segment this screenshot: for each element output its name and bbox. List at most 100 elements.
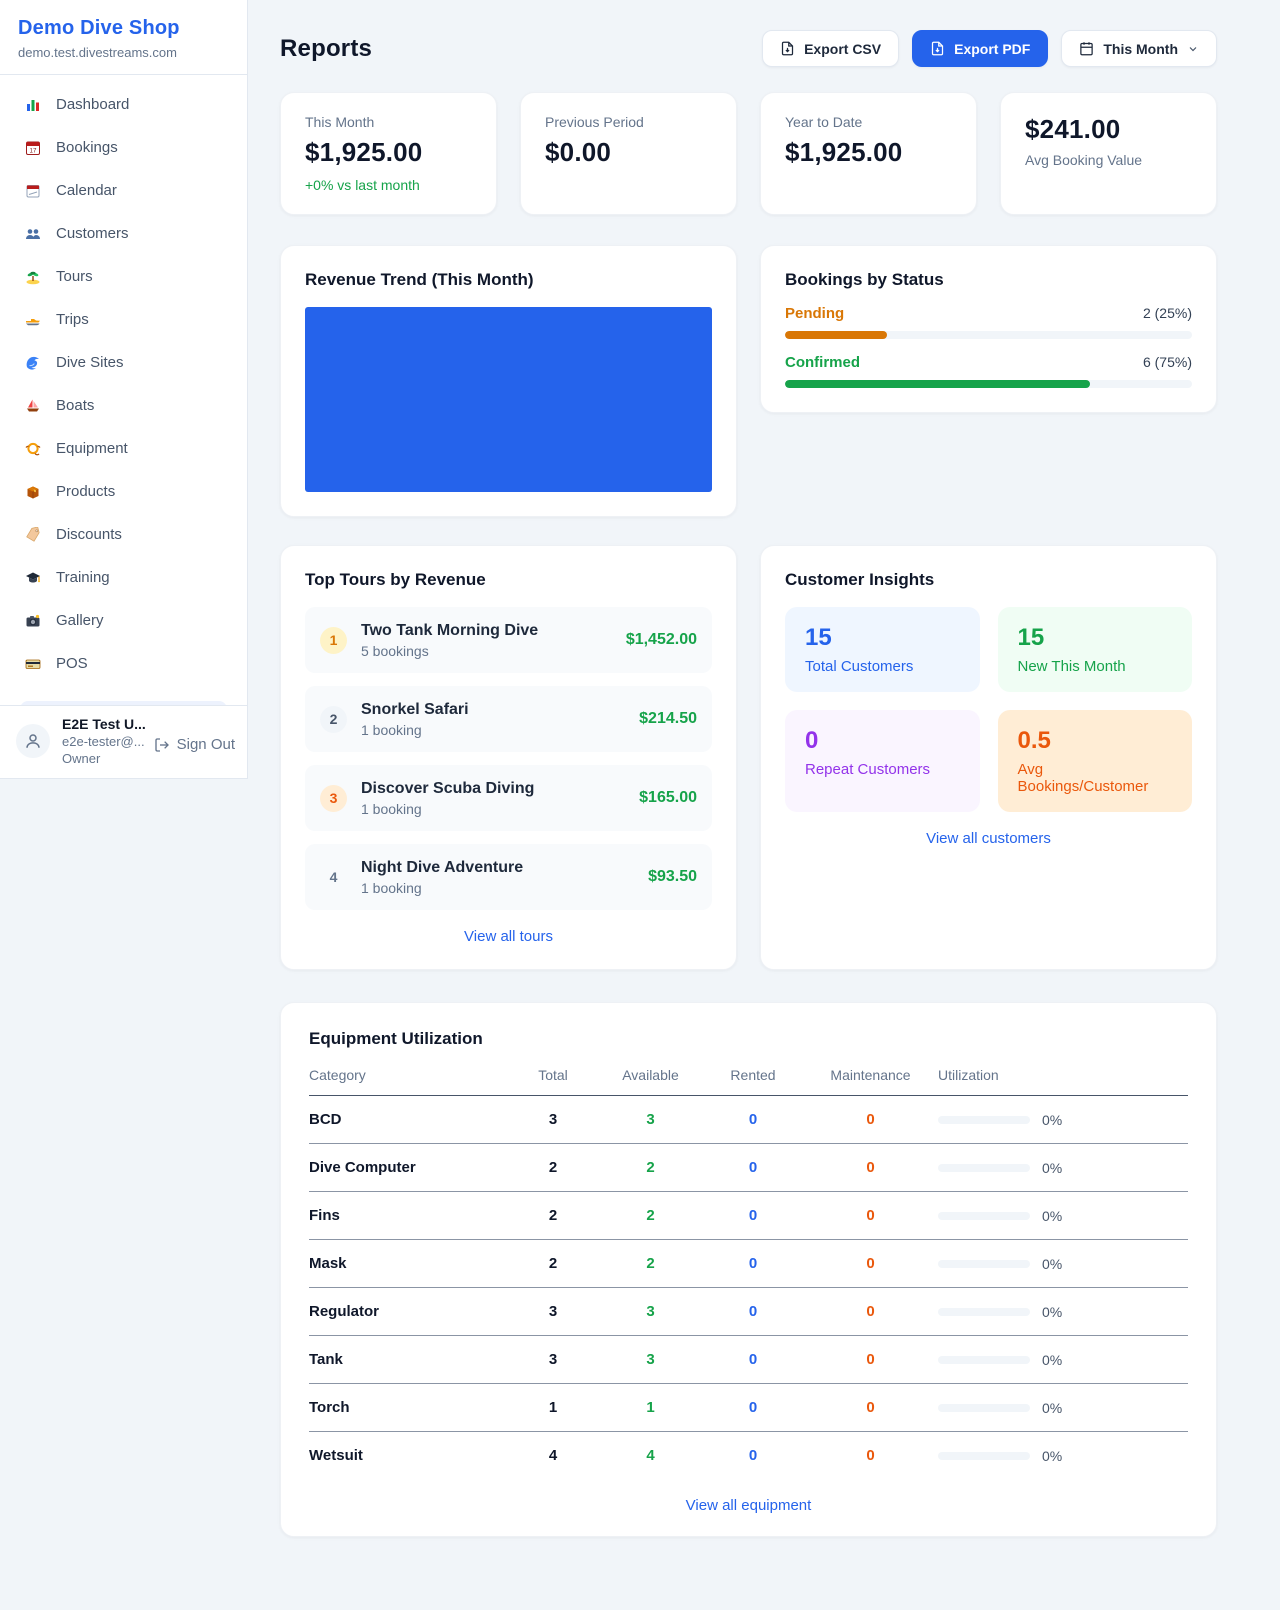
utilization-bar bbox=[938, 1356, 1030, 1364]
top-tours-panel: Top Tours by Revenue 1 Two Tank Morning … bbox=[280, 545, 737, 970]
rank-badge: 2 bbox=[320, 706, 347, 733]
utilization-bar bbox=[938, 1404, 1030, 1412]
utilization-bar bbox=[938, 1452, 1030, 1460]
sidebar-item-dashboard[interactable]: Dashboard bbox=[10, 83, 237, 126]
sign-out-button[interactable]: Sign Out bbox=[154, 736, 235, 753]
camera-icon bbox=[24, 612, 42, 629]
stat-card-this-month: This Month $1,925.00 +0% vs last month bbox=[280, 92, 497, 215]
tour-list-item[interactable]: 4 Night Dive Adventure 1 booking $93.50 bbox=[305, 844, 712, 910]
sidebar-item-bookings[interactable]: 17 Bookings bbox=[10, 126, 237, 169]
header-actions: Export CSV Export PDF This Month bbox=[762, 30, 1217, 67]
package-icon bbox=[24, 483, 42, 500]
sidebar-item-trips[interactable]: Trips bbox=[10, 298, 237, 341]
rank-badge: 1 bbox=[320, 627, 347, 654]
stat-card-previous-period: Previous Period $0.00 bbox=[520, 92, 737, 215]
file-download-icon bbox=[780, 41, 795, 56]
user-info: E2E Test U... e2e-tester@... Owner bbox=[62, 716, 146, 766]
sign-out-icon bbox=[154, 737, 170, 753]
export-csv-button[interactable]: Export CSV bbox=[762, 30, 899, 67]
page-title: Reports bbox=[280, 35, 372, 63]
equipment-row-wetsuit: Wetsuit 4 4 0 0 0% bbox=[309, 1432, 1188, 1479]
tag-icon bbox=[24, 526, 42, 543]
dive-mask-icon bbox=[24, 440, 42, 457]
user-role: Owner bbox=[62, 751, 146, 766]
equipment-row-tank: Tank 3 3 0 0 0% bbox=[309, 1336, 1188, 1384]
sidebar: Demo Dive Shop demo.test.divestreams.com… bbox=[0, 0, 248, 779]
utilization-bar bbox=[938, 1212, 1030, 1220]
sidebar-item-training[interactable]: Training bbox=[10, 556, 237, 599]
chevron-down-icon bbox=[1187, 43, 1199, 55]
sidebar-item-equipment[interactable]: Equipment bbox=[10, 427, 237, 470]
equipment-table-header: Category Total Available Rented Maintena… bbox=[309, 1067, 1188, 1096]
equipment-row-mask: Mask 2 2 0 0 0% bbox=[309, 1240, 1188, 1288]
sidebar-item-dive-sites[interactable]: Dive Sites bbox=[10, 341, 237, 384]
sidebar-item-tours[interactable]: Tours bbox=[10, 255, 237, 298]
progress-fill-confirmed bbox=[785, 380, 1090, 388]
rank-badge: 4 bbox=[320, 864, 347, 891]
equipment-row-bcd: BCD 3 3 0 0 0% bbox=[309, 1096, 1188, 1144]
sidebar-item-customers[interactable]: Customers bbox=[10, 212, 237, 255]
utilization-bar bbox=[938, 1164, 1030, 1172]
main-content: Reports Export CSV Export PDF This Month… bbox=[280, 0, 1217, 1537]
tour-list-item[interactable]: 2 Snorkel Safari 1 booking $214.50 bbox=[305, 686, 712, 752]
sidebar-user-footer: E2E Test U... e2e-tester@... Owner Sign … bbox=[0, 705, 247, 778]
customer-insights-panel: Customer Insights 15 Total Customers 15 … bbox=[760, 545, 1217, 970]
revenue-trend-panel: Revenue Trend (This Month) bbox=[280, 245, 737, 517]
stat-card-avg-booking-value: Avg Booking Value $241.00 bbox=[1000, 92, 1217, 215]
export-pdf-button[interactable]: Export PDF bbox=[912, 30, 1048, 67]
equipment-row-fins: Fins 2 2 0 0 0% bbox=[309, 1192, 1188, 1240]
utilization-bar bbox=[938, 1116, 1030, 1124]
sidebar-item-discounts[interactable]: Discounts bbox=[10, 513, 237, 556]
stat-card-year-to-date: Year to Date $1,925.00 bbox=[760, 92, 977, 215]
tear-off-calendar-icon bbox=[24, 182, 42, 199]
equipment-row-dive-computer: Dive Computer 2 2 0 0 0% bbox=[309, 1144, 1188, 1192]
wave-icon bbox=[24, 354, 42, 371]
bookings-by-status-panel: Bookings by Status Pending 2 (25%) Confi… bbox=[760, 245, 1217, 413]
sidebar-item-gallery[interactable]: Gallery bbox=[10, 599, 237, 642]
sidebar-header: Demo Dive Shop demo.test.divestreams.com bbox=[0, 0, 247, 75]
sidebar-item-pos[interactable]: POS bbox=[10, 642, 237, 685]
bar-chart-icon bbox=[24, 96, 42, 113]
delta-badge: +0% vs last month bbox=[305, 177, 472, 193]
tour-list: 1 Two Tank Morning Dive 5 bookings $1,45… bbox=[305, 607, 712, 910]
calendar-icon bbox=[1079, 41, 1094, 56]
sidebar-item-boats[interactable]: Boats bbox=[10, 384, 237, 427]
stat-cards: This Month $1,925.00 +0% vs last month P… bbox=[280, 92, 1217, 215]
people-icon bbox=[24, 225, 42, 242]
calendar-date-icon: 17 bbox=[24, 139, 42, 156]
equipment-row-regulator: Regulator 3 3 0 0 0% bbox=[309, 1288, 1188, 1336]
credit-card-icon bbox=[24, 655, 42, 672]
shop-name: Demo Dive Shop bbox=[18, 17, 229, 40]
insight-repeat-customers: 0 Repeat Customers bbox=[785, 710, 980, 812]
tour-list-item[interactable]: 1 Two Tank Morning Dive 5 bookings $1,45… bbox=[305, 607, 712, 673]
status-row-confirmed: Confirmed 6 (75%) bbox=[785, 354, 1192, 388]
graduation-cap-icon bbox=[24, 569, 42, 586]
status-row-pending: Pending 2 (25%) bbox=[785, 305, 1192, 339]
view-all-customers-link[interactable]: View all customers bbox=[926, 830, 1051, 847]
view-all-equipment-link[interactable]: View all equipment bbox=[686, 1497, 812, 1514]
speedboat-icon bbox=[24, 311, 42, 328]
sidebar-nav: Dashboard 17 Bookings Calendar Customers… bbox=[0, 75, 247, 713]
sidebar-item-calendar[interactable]: Calendar bbox=[10, 169, 237, 212]
rank-badge: 3 bbox=[320, 785, 347, 812]
period-select[interactable]: This Month bbox=[1061, 30, 1217, 67]
file-download-icon bbox=[930, 41, 945, 56]
progress-track bbox=[785, 331, 1192, 339]
tour-list-item[interactable]: 3 Discover Scuba Diving 1 booking $165.0… bbox=[305, 765, 712, 831]
insight-new-this-month: 15 New This Month bbox=[998, 607, 1193, 692]
sidebar-item-products[interactable]: Products bbox=[10, 470, 237, 513]
user-email: e2e-tester@... bbox=[62, 734, 146, 749]
progress-fill-pending bbox=[785, 331, 887, 339]
revenue-trend-chart bbox=[305, 307, 712, 492]
shop-domain: demo.test.divestreams.com bbox=[18, 45, 229, 60]
svg-text:17: 17 bbox=[30, 147, 37, 154]
sailboat-icon bbox=[24, 397, 42, 414]
utilization-bar bbox=[938, 1260, 1030, 1268]
utilization-bar bbox=[938, 1308, 1030, 1316]
island-icon bbox=[24, 268, 42, 285]
view-all-tours-link[interactable]: View all tours bbox=[464, 928, 553, 945]
avatar bbox=[16, 724, 50, 758]
equipment-utilization-panel: Equipment Utilization Category Total Ava… bbox=[280, 1002, 1217, 1537]
equipment-row-torch: Torch 1 1 0 0 0% bbox=[309, 1384, 1188, 1432]
insight-total-customers: 15 Total Customers bbox=[785, 607, 980, 692]
